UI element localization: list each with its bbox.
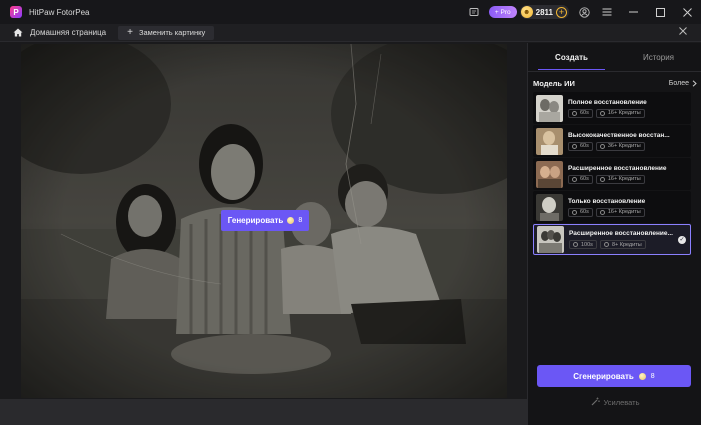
plus-icon: + — [127, 26, 133, 38]
tab-create[interactable]: Создать — [528, 43, 615, 71]
menu-icon[interactable] — [593, 0, 620, 24]
right-panel: Создать История Модель ИИ Более Полное в… — [527, 43, 701, 425]
model-card-extended-restore[interactable]: Расширенное восстановление 60s 16+ Креди… — [533, 158, 691, 190]
coin-icon — [287, 217, 295, 224]
generate-overlay-cost: 8 — [298, 217, 303, 224]
magic-wand-icon — [591, 397, 600, 408]
generate-cost: 8 — [650, 372, 655, 380]
model-thumbnail — [537, 226, 564, 253]
clock-icon — [572, 209, 577, 215]
credits-chip: 8+ Кредиты — [599, 240, 646, 249]
model-thumbnail — [536, 160, 563, 188]
tab-history[interactable]: История — [615, 43, 701, 71]
model-title: Высококачественное восстан... — [568, 131, 670, 139]
credit-icon — [599, 209, 605, 215]
coin-icon: ☻ — [520, 6, 533, 18]
close-editor-icon[interactable] — [679, 27, 687, 38]
replace-image-button[interactable]: + Заменить картинку — [118, 25, 215, 40]
generate-overlay-label: Генерировать — [227, 216, 284, 225]
model-title: Полное восстановление — [568, 98, 647, 106]
credit-icon — [603, 242, 609, 247]
time-chip: 60s — [568, 141, 593, 151]
model-list: Полное восстановление 60s 16+ Кредиты Вы… — [533, 92, 691, 256]
panel-tabs: Создать История — [528, 43, 701, 71]
model-title: Расширенное восстановление — [568, 164, 667, 172]
nav-bar: Домашняя страница + Заменить картинку — [0, 24, 701, 42]
generate-overlay-button[interactable]: Генерировать 8 — [221, 210, 309, 231]
app-title: HitPaw FotorPea — [29, 7, 90, 17]
replace-image-label: Заменить картинку — [138, 28, 206, 37]
credit-icon — [599, 110, 605, 116]
model-thumbnail — [536, 94, 563, 122]
model-card-hq-restore[interactable]: Высококачественное восстан... 60s 36+ Кр… — [533, 125, 691, 157]
credit-icon — [599, 176, 605, 182]
coin-icon — [638, 372, 646, 380]
model-card-restore-only[interactable]: Только восстановление 60s 16+ Кредиты — [533, 191, 691, 223]
tab-divider — [528, 71, 701, 72]
minimize-icon[interactable] — [620, 0, 647, 24]
generate-label: Сгенерировать — [573, 371, 634, 381]
add-credits-icon[interactable]: + — [556, 6, 567, 18]
credits-chip: 16+ Кредиты — [595, 207, 645, 217]
canvas-area: Генерировать 8 — [0, 43, 527, 425]
canvas-bottom-strip — [0, 399, 527, 425]
model-title: Расширенное восстановление... — [569, 230, 673, 237]
title-bar-controls: + Pro ☻ 2811 + — [465, 0, 701, 24]
more-link[interactable]: Более — [669, 80, 697, 87]
model-thumbnail — [536, 193, 563, 221]
credits-chip: 16+ Кредиты — [595, 174, 645, 184]
home-button[interactable]: Домашняя страница — [13, 28, 106, 37]
time-chip: 100s — [569, 240, 597, 249]
feedback-icon[interactable] — [465, 0, 483, 24]
time-chip: 60s — [568, 108, 593, 118]
enhance-button[interactable]: Усилевать — [528, 397, 701, 408]
app-logo: P — [10, 6, 22, 18]
credits-chip: 16+ Кредиты — [595, 108, 645, 118]
clock-icon — [572, 143, 577, 149]
enhance-label: Усилевать — [603, 398, 640, 407]
app-window: P HitPaw FotorPea + Pro ☻ 2811 + Домашня… — [0, 0, 701, 425]
model-thumbnail — [536, 127, 563, 155]
model-card-extended-restore-2[interactable]: Расширенное восстановление... 100s 8+ Кр… — [533, 224, 691, 255]
pro-badge[interactable]: + Pro — [488, 6, 517, 18]
time-chip: 60s — [568, 207, 593, 217]
close-icon[interactable] — [674, 0, 701, 24]
credits-display[interactable]: ☻ 2811 + — [519, 5, 569, 19]
model-header: Модель ИИ Более — [533, 77, 697, 89]
model-title: Только восстановление — [568, 197, 646, 205]
model-card-full-restore[interactable]: Полное восстановление 60s 16+ Кредиты — [533, 92, 691, 124]
credits-value: 2811 — [535, 7, 553, 17]
clock-icon — [573, 242, 578, 247]
home-icon — [13, 28, 23, 37]
account-icon[interactable] — [575, 0, 593, 24]
credits-chip: 36+ Кредиты — [595, 141, 645, 151]
clock-icon — [572, 110, 577, 116]
home-label: Домашняя страница — [30, 28, 107, 37]
selected-check-icon: ✓ — [678, 236, 686, 244]
title-bar: P HitPaw FotorPea + Pro ☻ 2811 + — [0, 0, 701, 24]
clock-icon — [572, 176, 577, 182]
generate-button[interactable]: Сгенерировать 8 — [537, 365, 691, 387]
chevron-right-icon — [692, 79, 697, 87]
maximize-icon[interactable] — [647, 0, 674, 24]
credit-icon — [599, 143, 605, 149]
model-label: Модель ИИ — [533, 78, 575, 88]
time-chip: 60s — [568, 174, 593, 184]
